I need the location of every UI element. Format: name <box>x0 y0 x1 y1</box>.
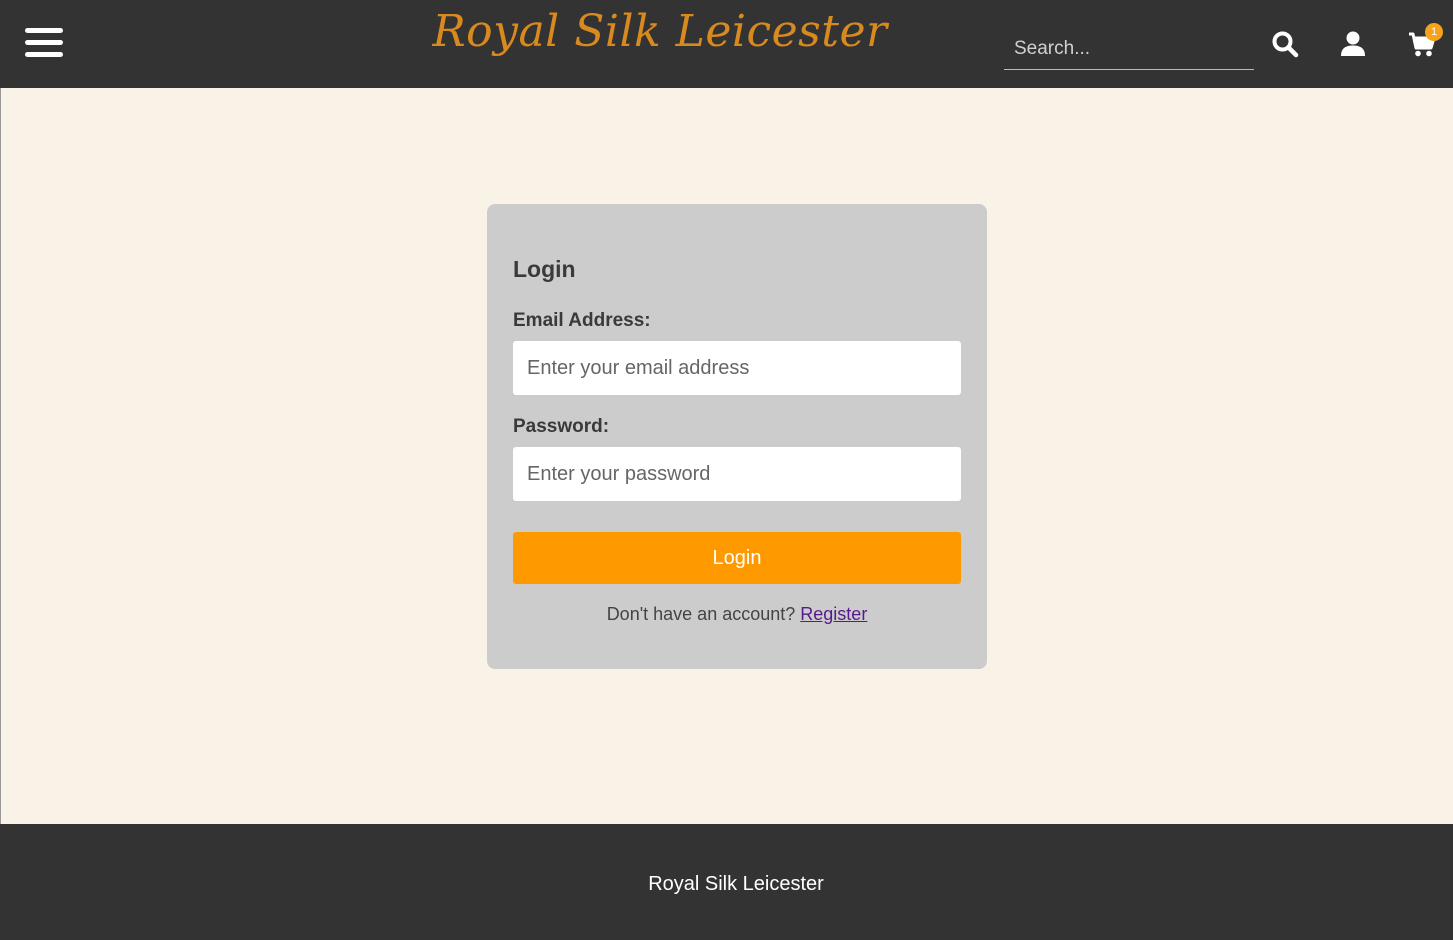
login-button[interactable]: Login <box>513 532 961 584</box>
user-icon[interactable] <box>1340 30 1366 58</box>
login-title: Login <box>513 256 576 282</box>
search-icon[interactable] <box>1271 30 1299 58</box>
cart-count-badge: 1 <box>1425 23 1443 41</box>
register-prompt: Don't have an account? Register <box>487 604 987 625</box>
email-label: Email Address: <box>513 310 651 331</box>
password-label: Password: <box>513 416 610 437</box>
site-footer: Royal Silk Leicester <box>0 824 1453 940</box>
password-field[interactable] <box>513 447 961 501</box>
main-content: Login Email Address: Password: Login Don… <box>0 88 1453 824</box>
register-prompt-text: Don't have an account? <box>606 604 796 624</box>
search-box <box>1004 28 1254 70</box>
email-field[interactable] <box>513 341 961 395</box>
login-form: Login Email Address: Password: Login Don… <box>487 204 987 669</box>
register-link[interactable]: Register <box>800 604 867 624</box>
footer-text: Royal Silk Leicester <box>648 873 824 895</box>
site-header: Royal Silk Leicester 1 <box>0 0 1453 88</box>
search-input[interactable] <box>1004 28 1254 69</box>
